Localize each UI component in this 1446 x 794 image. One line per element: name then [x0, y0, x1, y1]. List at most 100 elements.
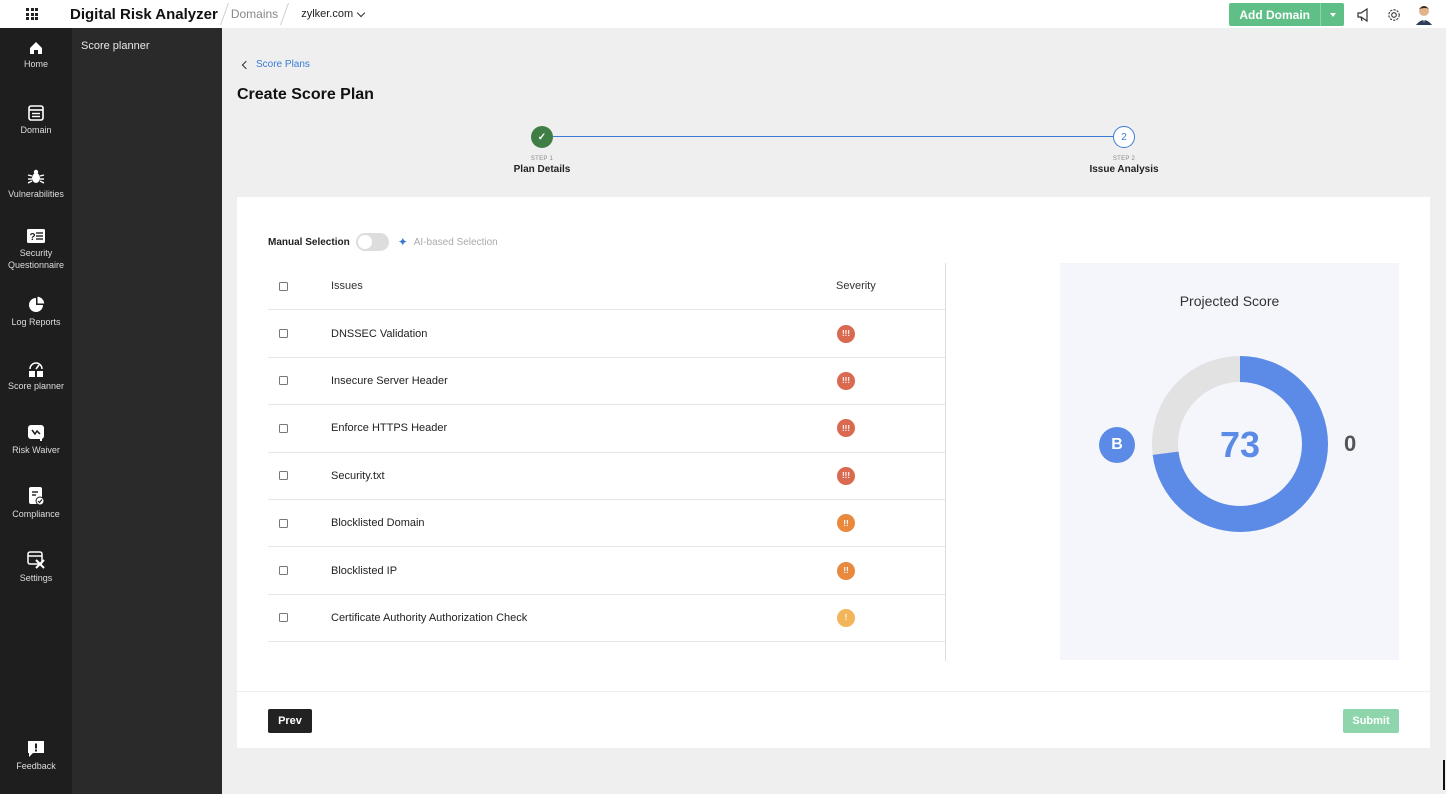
subpanel-title[interactable]: Score planner: [72, 28, 222, 52]
grade-badge: B: [1099, 427, 1135, 463]
step-2-label[interactable]: STEP 2 Issue Analysis: [1064, 156, 1184, 175]
severity-low-icon: !: [837, 608, 855, 627]
sidebar-item-label: Vulnerabilities: [8, 189, 64, 199]
table-row[interactable]: Blocklisted Domain!!: [268, 500, 945, 548]
table-row[interactable]: Security.txt!!!: [268, 453, 945, 500]
sidebar-item-risk-waiver[interactable]: Risk Waiver: [0, 424, 72, 455]
row-checkbox[interactable]: [279, 329, 288, 339]
row-checkbox[interactable]: [279, 613, 288, 623]
step-number: STEP 1: [530, 156, 554, 162]
questionnaire-icon: ?: [27, 229, 45, 243]
projected-score-donut: 73: [1152, 356, 1328, 532]
sparkle-icon: ✦: [397, 235, 408, 249]
row-checkbox[interactable]: [279, 376, 288, 386]
domain-selector-label: zylker.com: [301, 8, 354, 20]
sidebar-item-label: Compliance: [12, 509, 60, 519]
table-row[interactable]: Blocklisted IP!!: [268, 547, 945, 595]
selection-mode-toggle-row: Manual Selection ✦ AI-based Selection: [268, 233, 498, 251]
score-gain-value: 0: [1344, 431, 1357, 456]
step-number: STEP 2: [1112, 156, 1136, 162]
app-brand: Digital Risk Analyzer: [70, 5, 218, 23]
table-divider: [945, 263, 946, 661]
selection-mode-toggle[interactable]: [355, 233, 389, 251]
sidebar-item-domain[interactable]: Domain: [0, 104, 72, 135]
manual-selection-label: Manual Selection: [268, 236, 350, 248]
chevron-down-icon: [356, 8, 366, 17]
issue-name: Blocklisted Domain: [331, 517, 425, 530]
sub-navigation-panel: Score planner: [72, 28, 222, 794]
sidebar-item-label: Score planner: [7, 381, 65, 391]
table-header-row: Issues Severity: [268, 263, 945, 311]
footer-divider: [237, 691, 1430, 692]
breadcrumb-divider: [280, 3, 290, 25]
sidebar-item-label: Log Reports: [11, 317, 61, 327]
sidebar-item-label: Domain: [20, 125, 52, 135]
gear-icon[interactable]: [1384, 5, 1404, 25]
domain-selector[interactable]: zylker.com: [301, 8, 366, 20]
svg-text:?: ?: [30, 232, 36, 243]
row-checkbox[interactable]: [279, 518, 288, 528]
sidebar-item-label: Risk Waiver: [12, 445, 60, 455]
top-bar: Digital Risk Analyzer Domains zylker.com…: [0, 0, 1446, 28]
sidebar-item-home[interactable]: Home: [0, 40, 72, 69]
add-domain-dropdown-icon[interactable]: [1320, 3, 1344, 26]
breadcrumb-domains[interactable]: Domains: [231, 7, 278, 21]
issues-table: Issues Severity DNSSEC Validation!!! Inse…: [268, 263, 945, 661]
projected-score-title: Projected Score: [1179, 293, 1280, 309]
feedback-button[interactable]: Feedback: [0, 740, 72, 771]
add-domain-button[interactable]: Add Domain: [1229, 3, 1320, 26]
sidebar-item-label: Security Questionnaire: [7, 248, 65, 270]
projected-score-value: 73: [1220, 424, 1260, 465]
avatar[interactable]: [1414, 5, 1434, 25]
severity-medium-icon: !!: [837, 514, 855, 533]
issue-name: Insecure Server Header: [331, 374, 448, 387]
issue-name: Blocklisted IP: [331, 564, 398, 577]
step-name: Plan Details: [513, 164, 571, 175]
issues-table-body: DNSSEC Validation!!! Insecure Server Head…: [268, 310, 945, 643]
compliance-icon: [29, 487, 45, 506]
ai-selection-label: AI-based Selection: [413, 236, 498, 248]
domain-icon: [28, 105, 44, 121]
sidebar-item-security-questionnaire[interactable]: ? Security Questionnaire: [0, 228, 72, 271]
sidebar-item-label: Home: [23, 59, 48, 69]
table-row[interactable]: Insecure Server Header!!!: [268, 358, 945, 406]
step-1-label[interactable]: STEP 1 Plan Details: [482, 156, 602, 175]
back-link-label: Score Plans: [256, 59, 310, 70]
add-domain-button-group: Add Domain: [1229, 3, 1344, 26]
row-checkbox[interactable]: [279, 566, 288, 576]
text-cursor: [1443, 760, 1445, 790]
back-link[interactable]: Score Plans: [241, 59, 310, 70]
table-row[interactable]: DNSSEC Validation!!!: [268, 310, 945, 358]
select-all-checkbox[interactable]: [279, 281, 288, 291]
table-row[interactable]: Enforce HTTPS Header!!!: [268, 405, 945, 453]
row-checkbox[interactable]: [279, 423, 288, 433]
row-checkbox[interactable]: [279, 471, 288, 481]
sidebar-item-vulnerabilities[interactable]: Vulnerabilities: [0, 168, 72, 199]
settings-icon: [27, 551, 45, 569]
step-1-complete-check-icon: ✓: [531, 126, 553, 148]
app-grid-icon[interactable]: [0, 0, 64, 28]
announcement-icon[interactable]: [1354, 5, 1374, 25]
chevron-left-icon: [241, 60, 251, 69]
severity-high-icon: !!!: [837, 419, 855, 438]
projected-score-panel: Projected Score B 73 0: [1060, 263, 1399, 660]
column-header-severity: Severity: [836, 280, 876, 293]
issue-name: DNSSEC Validation: [331, 327, 428, 340]
stepper-connector: [553, 136, 1113, 137]
issue-name: Enforce HTTPS Header: [331, 422, 448, 435]
score-planner-icon: [29, 362, 43, 377]
severity-high-icon: !!!: [837, 371, 855, 390]
submit-button[interactable]: Submit: [1343, 709, 1399, 733]
sidebar-item-settings[interactable]: Settings: [0, 550, 72, 583]
sidebar-item-log-reports[interactable]: Log Reports: [0, 296, 72, 327]
sidebar-item-compliance[interactable]: Compliance: [0, 486, 72, 519]
table-row[interactable]: Certificate Authority Authorization Chec…: [268, 595, 945, 643]
issue-name: Security.txt: [331, 469, 385, 482]
severity-high-icon: !!!: [837, 466, 855, 485]
sidebar-item-score-planner[interactable]: Score planner: [0, 360, 72, 391]
sidebar: Home Domain Vulnerabilities ? Security Q…: [0, 28, 72, 794]
risk-waiver-icon: [28, 425, 44, 441]
prev-button[interactable]: Prev: [268, 709, 312, 733]
page-title: Create Score Plan: [237, 86, 374, 103]
column-header-issues: Issues: [331, 280, 363, 293]
